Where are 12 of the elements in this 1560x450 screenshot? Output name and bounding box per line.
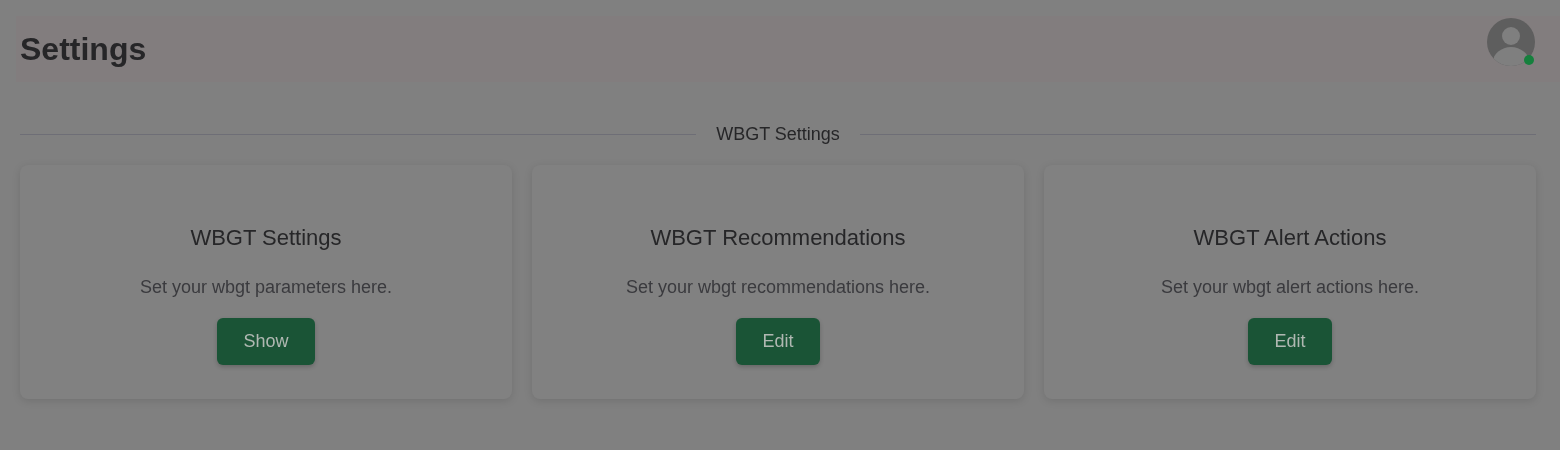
- card-description: Set your wbgt parameters here.: [139, 277, 393, 298]
- card-description: Set your wbgt recommendations here.: [625, 277, 931, 298]
- card-title: WBGT Recommendations: [650, 225, 906, 251]
- card-button[interactable]: Show: [217, 318, 315, 365]
- card-title: WBGT Settings: [190, 225, 342, 251]
- card-title: WBGT Alert Actions: [1193, 225, 1387, 251]
- card-description: Set your wbgt alert actions here.: [1160, 277, 1420, 298]
- card-button[interactable]: Edit: [1248, 318, 1332, 365]
- section-title: WBGT Settings: [716, 124, 840, 145]
- page-title: Settings: [20, 30, 147, 68]
- card-button[interactable]: Edit: [736, 318, 820, 365]
- avatar-icon[interactable]: [1486, 17, 1536, 67]
